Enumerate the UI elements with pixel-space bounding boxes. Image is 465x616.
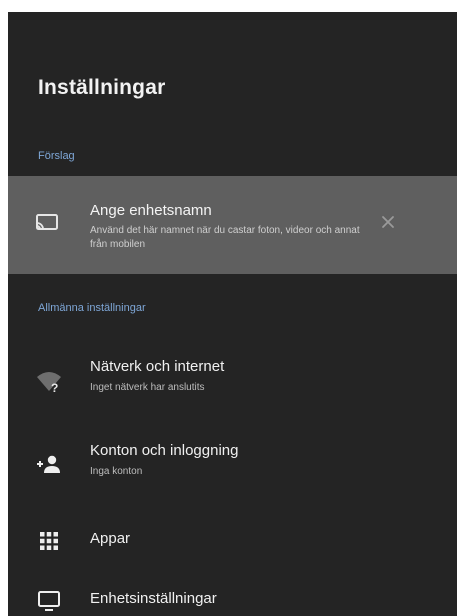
apps-grid-icon — [36, 528, 62, 554]
menu-item-apps[interactable]: Appar — [8, 510, 457, 570]
section-label-suggestions: Förslag — [38, 150, 75, 162]
suggestion-title: Ange enhetsnamn — [90, 202, 212, 219]
section-label-general: Allmänna inställningar — [38, 302, 146, 314]
suggestion-card-device-name[interactable]: Ange enhetsnamn Använd det här namnet nä… — [8, 176, 457, 274]
menu-item-subtitle: Inga konton — [90, 466, 143, 477]
menu-item-subtitle: Inget nätverk har anslutits — [90, 382, 205, 393]
cast-screen-icon — [34, 210, 60, 236]
add-person-icon — [36, 452, 62, 478]
settings-screen: Inställningar Förslag Ange enhetsnamn An… — [8, 12, 457, 616]
svg-text:?: ? — [51, 381, 58, 393]
close-icon — [381, 215, 395, 234]
tv-display-icon — [36, 588, 62, 614]
menu-item-title: Appar — [90, 530, 131, 547]
wifi-unknown-icon: ? — [36, 368, 62, 394]
menu-item-network[interactable]: ? Nätverk och internet Inget nätverk har… — [8, 346, 457, 406]
dismiss-suggestion-button[interactable] — [376, 212, 400, 236]
suggestion-subtitle: Använd det här namnet när du castar foto… — [90, 225, 360, 250]
menu-item-device-settings[interactable]: Enhetsinställningar — [8, 570, 457, 616]
page-title: Inställningar — [38, 76, 166, 99]
menu-item-accounts[interactable]: Konton och inloggning Inga konton — [8, 432, 457, 492]
menu-item-title: Konton och inloggning — [90, 442, 239, 459]
menu-item-title: Enhetsinställningar — [90, 590, 217, 607]
menu-item-title: Nätverk och internet — [90, 358, 225, 375]
